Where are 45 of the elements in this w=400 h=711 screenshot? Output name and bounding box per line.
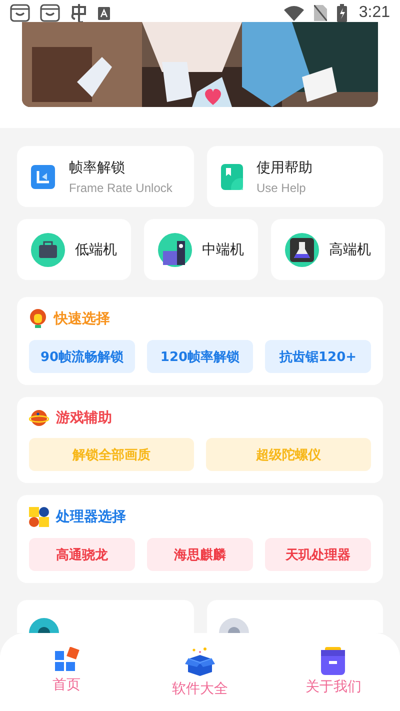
feature-title: 帧率解锁 <box>69 158 126 176</box>
option-button[interactable]: 海思麒麟 <box>147 538 253 571</box>
bulb-icon <box>29 309 47 329</box>
no-sim-icon <box>314 5 327 21</box>
notification-icon <box>10 4 30 22</box>
flask-icon <box>285 232 319 266</box>
clock-time: 3:21 <box>358 4 390 22</box>
option-button[interactable]: 90帧流畅解锁 <box>29 340 135 373</box>
option-button[interactable]: 抗齿锯120+ <box>265 340 371 373</box>
building-icon <box>158 232 192 266</box>
nav-tab[interactable]: 关于我们 <box>266 633 400 711</box>
gift-box-icon <box>182 647 217 677</box>
tier-label: 中端机 <box>202 240 244 258</box>
device-tier-card[interactable]: 中端机 <box>144 219 258 280</box>
planet-icon <box>29 409 49 427</box>
wifi-icon <box>284 6 304 20</box>
archive-icon <box>320 647 346 675</box>
frame-icon <box>31 164 55 188</box>
feature-subtitle: Frame Rate Unlock <box>69 180 172 194</box>
notification-icon <box>40 4 60 22</box>
section-title: 游戏辅助 <box>56 409 112 427</box>
tier-label: 低端机 <box>75 240 117 258</box>
bug-icon <box>70 3 88 23</box>
feature-card[interactable]: 帧率解锁 Frame Rate Unlock <box>17 146 194 207</box>
feature-title: 使用帮助 <box>256 158 312 176</box>
blocks-icon <box>29 507 49 527</box>
battery-icon <box>336 4 347 22</box>
tool-card[interactable] <box>206 600 383 633</box>
briefcase-icon <box>31 232 65 266</box>
feature-card[interactable]: 使用帮助 Use Help <box>206 146 383 207</box>
device-tier-card[interactable]: 高端机 <box>271 219 385 280</box>
keyboard-icon <box>98 6 110 20</box>
tier-label: 高端机 <box>329 240 371 258</box>
option-button[interactable]: 天玑处理器 <box>265 538 371 571</box>
section-title: 快速选择 <box>54 310 110 328</box>
feature-subtitle: Use Help <box>256 180 307 194</box>
nav-tab[interactable]: 首页 <box>0 633 134 711</box>
section-title: 处理器选择 <box>56 508 126 526</box>
tool-card[interactable] <box>17 600 194 633</box>
option-button[interactable]: 高通骁龙 <box>29 538 135 571</box>
apps-icon <box>52 647 81 673</box>
book-icon <box>220 164 242 190</box>
option-button[interactable]: 120帧率解锁 <box>147 340 253 373</box>
device-tier-card[interactable]: 低端机 <box>17 219 131 280</box>
nav-tab[interactable]: 软件大全 <box>133 633 267 711</box>
